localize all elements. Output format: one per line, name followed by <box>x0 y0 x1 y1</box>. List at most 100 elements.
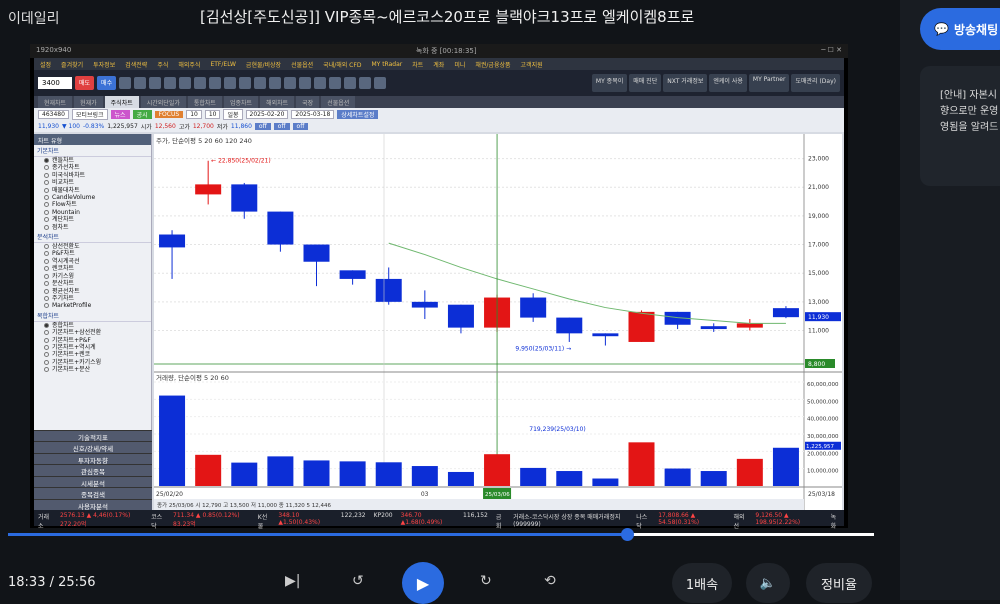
focus-button[interactable]: FOCUS <box>154 110 184 118</box>
menu-item[interactable]: 선물옵션 <box>291 60 313 69</box>
chart-type-option[interactable]: 기본차트+렌코 <box>34 351 151 358</box>
progress-handle[interactable] <box>621 528 635 541</box>
radio-icon[interactable] <box>44 195 49 201</box>
chart-type-option[interactable]: 카기스윙 <box>34 273 151 280</box>
menu-item[interactable]: 국내/해외 CFD <box>323 60 361 69</box>
toolbar-right-button[interactable]: 도매관리 (Day) <box>791 74 840 92</box>
radio-icon[interactable] <box>44 217 49 223</box>
radio-icon[interactable] <box>44 209 49 215</box>
chart-type-option[interactable]: 기본차트+삼선전환 <box>34 329 151 336</box>
chart-type-option[interactable]: 종가선차트 <box>34 164 151 171</box>
indicator-menu-button[interactable]: 투자자동향 <box>34 452 152 465</box>
toolbar-icon[interactable] <box>344 77 357 89</box>
menu-item[interactable]: ETF/ELW <box>210 61 235 68</box>
screen-tab[interactable]: 현재가 <box>74 96 103 108</box>
radio-icon[interactable] <box>44 180 49 186</box>
radio-icon[interactable] <box>44 359 49 365</box>
toolbar-right-button[interactable]: NXT 거래정보 <box>663 74 708 92</box>
sell-button[interactable]: 매도 <box>75 76 95 90</box>
toolbar-icon[interactable] <box>284 77 297 89</box>
period-field-2[interactable]: 10 <box>204 109 221 119</box>
indicator-menu-button[interactable]: 관심종목 <box>34 464 152 476</box>
toolbar-icon[interactable] <box>179 77 192 89</box>
menu-item[interactable]: 주식 <box>157 60 168 69</box>
chart-type-option[interactable]: MarketProfile <box>34 302 151 309</box>
frequency-select[interactable]: 일봉 <box>223 108 243 120</box>
screen-tab[interactable]: 통합차트 <box>187 96 222 108</box>
radio-icon[interactable] <box>44 288 49 294</box>
forward-5-icon[interactable]: ↻ <box>480 573 492 589</box>
indicator-menu-button[interactable]: 종목검색 <box>34 487 152 499</box>
indicator-menu-button[interactable]: 기술적지표 <box>34 429 152 442</box>
menu-item[interactable]: MY tRadar <box>371 61 402 68</box>
menu-item[interactable]: 고객지원 <box>521 60 543 69</box>
radio-icon[interactable] <box>44 266 49 272</box>
toolbar-icon[interactable] <box>374 77 387 89</box>
screen-tab[interactable]: 주식차트 <box>104 96 139 108</box>
screen-tab[interactable]: 시간외단일가 <box>140 96 186 108</box>
disclosure-button[interactable]: 공시 <box>132 109 152 119</box>
toolbar-right-button[interactable]: 엔케이 사용 <box>709 74 747 92</box>
toolbar-icon[interactable] <box>314 77 327 89</box>
menu-item[interactable]: 해외주식 <box>178 60 200 69</box>
screen-tab[interactable]: 현재차트 <box>38 96 73 108</box>
menu-item[interactable]: 금현물/비상장 <box>246 60 281 69</box>
chart-type-option[interactable]: 평균선차트 <box>34 288 151 295</box>
radio-icon[interactable] <box>44 322 49 328</box>
radio-icon[interactable] <box>44 344 49 350</box>
speed-button[interactable]: 1배속 <box>672 563 732 603</box>
toolbar-icon[interactable] <box>239 77 252 89</box>
chart-type-option[interactable]: 점차트 <box>34 224 151 231</box>
chart-settings-button[interactable]: 상세차트설정 <box>337 109 379 119</box>
toolbar-icon[interactable] <box>254 77 267 89</box>
broadcast-chat-button[interactable]: 💬 방송채팅 <box>920 8 1000 50</box>
indicator-menu-button[interactable]: 사용자분석 <box>34 498 152 511</box>
chart-type-option[interactable]: 렌코차트 <box>34 265 151 272</box>
radio-icon[interactable] <box>44 295 49 301</box>
toolbar-right-button[interactable]: MY Partner <box>748 74 790 92</box>
toolbar-icon[interactable] <box>269 77 282 89</box>
radio-icon[interactable] <box>44 281 49 287</box>
rewind-5-icon[interactable]: ↺ <box>352 573 364 589</box>
radio-icon[interactable] <box>44 273 49 279</box>
toolbar-icon[interactable] <box>299 77 312 89</box>
video-progress-bar[interactable] <box>8 528 874 541</box>
menu-item[interactable]: 계좌 <box>433 60 444 69</box>
radio-icon[interactable] <box>44 158 49 163</box>
radio-icon[interactable] <box>44 367 49 373</box>
toggle-off-3[interactable]: off <box>292 122 309 130</box>
stock-code-input[interactable]: 463480 <box>38 109 69 119</box>
stock-name-field[interactable]: 모티브링크 <box>71 108 108 120</box>
volume-button[interactable]: 🔈 <box>746 563 790 603</box>
chart-type-option[interactable]: 기본차트+P&F <box>34 337 151 344</box>
radio-icon[interactable] <box>44 244 49 250</box>
chart-type-option[interactable]: 종합차트 <box>34 322 151 329</box>
news-button[interactable]: 뉴스 <box>110 109 130 119</box>
radio-icon[interactable] <box>44 251 49 257</box>
toolbar-icon[interactable] <box>209 77 222 89</box>
stock-chart[interactable]: 주가, 단순이평 5 20 60 120 240 23,000 21,000 19,0… <box>154 134 842 510</box>
date-from-input[interactable]: 2025-02-20 <box>245 109 289 119</box>
menu-item[interactable]: 채권/금융상품 <box>475 60 510 69</box>
toolbar-icon[interactable] <box>149 77 162 89</box>
menu-item[interactable]: 투자정보 <box>93 60 115 69</box>
chart-type-option[interactable]: Flow차트 <box>34 201 151 208</box>
toolbar-icon[interactable] <box>329 77 342 89</box>
menu-item[interactable]: 차트 <box>412 60 423 69</box>
screen-tab[interactable]: 국장 <box>296 96 320 108</box>
menu-item[interactable]: 검색전략 <box>125 60 147 69</box>
account-code-input[interactable]: 3400 <box>38 77 72 89</box>
radio-icon[interactable] <box>44 224 49 230</box>
chart-type-option[interactable]: 비교차트 <box>34 179 151 186</box>
radio-icon[interactable] <box>44 303 49 309</box>
toolbar-right-button[interactable]: 매매 진단 <box>629 74 662 92</box>
indicator-menu-button[interactable]: 시세분석 <box>34 475 152 488</box>
chart-type-option[interactable]: 매물대차트 <box>34 187 151 194</box>
repeat-icon[interactable]: ⟲ <box>544 573 556 589</box>
radio-icon[interactable] <box>44 187 49 193</box>
radio-icon[interactable] <box>44 337 49 343</box>
chart-type-option[interactable]: 분산차트 <box>34 280 151 287</box>
toolbar-icon[interactable] <box>224 77 237 89</box>
toggle-off-1[interactable]: off <box>254 122 271 130</box>
chart-type-option[interactable]: 주기차트 <box>34 295 151 302</box>
